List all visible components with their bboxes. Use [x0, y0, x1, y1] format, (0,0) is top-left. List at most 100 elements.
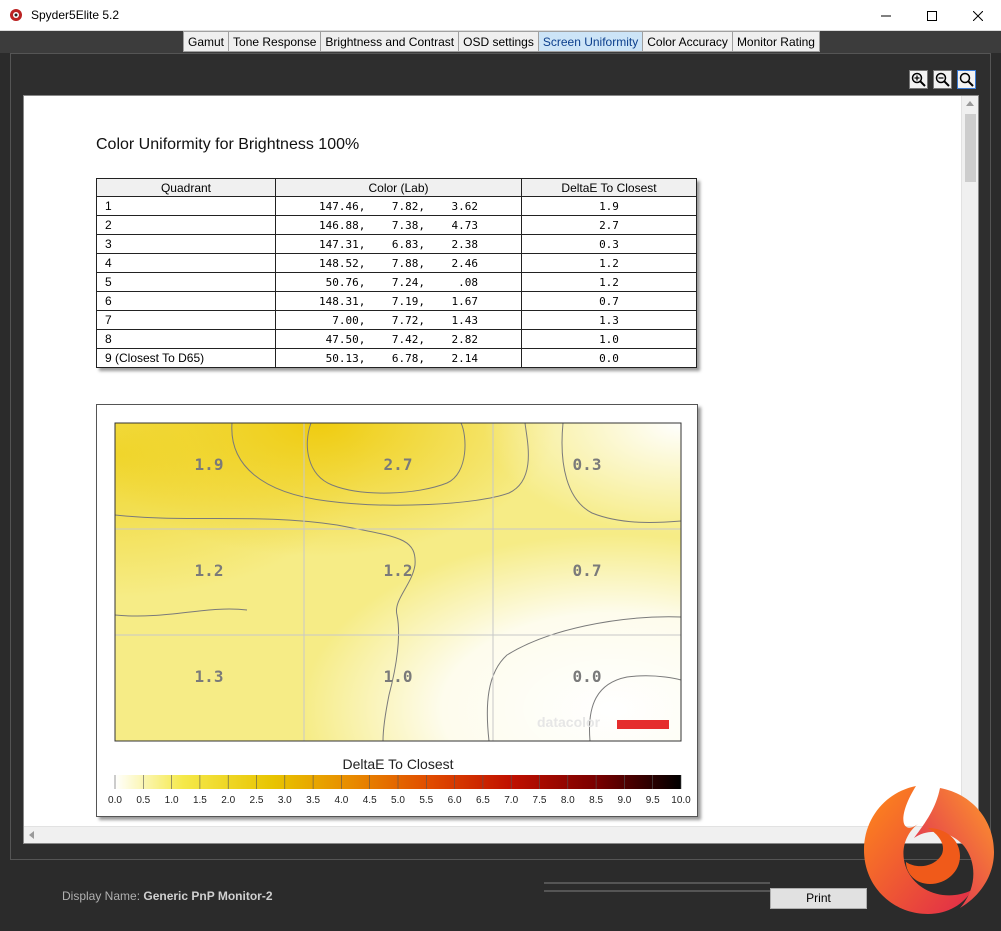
- colorbar-tick-label: 0.5: [136, 795, 150, 806]
- colorbar-tick-label: 8.0: [561, 795, 575, 806]
- colorbar-tick-label: 3.0: [278, 795, 292, 806]
- report-title: Color Uniformity for Brightness 100%: [96, 136, 360, 153]
- quadrant-cell: 1: [96, 196, 276, 216]
- table-row: 8 47.50, 7.42, 2.82 1.0: [96, 329, 697, 349]
- deltae-cell: 0.3: [521, 234, 697, 254]
- zoom-out-button[interactable]: [933, 70, 952, 89]
- progress-track-1: [544, 882, 770, 884]
- color-lab-cell: 147.46, 7.82, 3.62: [275, 196, 522, 216]
- minimize-icon: [881, 15, 891, 16]
- color-lab-cell: 50.13, 6.78, 2.14: [275, 348, 522, 368]
- colorbar-tick-label: 4.5: [363, 795, 377, 806]
- vertical-scrollbar[interactable]: [961, 96, 978, 828]
- colorbar-tick-label: 7.0: [504, 795, 518, 806]
- tab-bar: Gamut Tone Response Brightness and Contr…: [183, 31, 820, 52]
- watermark-text: datacolor: [537, 714, 601, 730]
- colorbar-tick-label: 1.0: [165, 795, 179, 806]
- tab-osd-settings[interactable]: OSD settings: [459, 31, 539, 52]
- deltae-cell: 1.9: [521, 196, 697, 216]
- tab-color-accuracy[interactable]: Color Accuracy: [643, 31, 733, 52]
- column-header-quadrant: Quadrant: [96, 178, 276, 197]
- maximize-button[interactable]: [909, 0, 955, 31]
- tab-gamut[interactable]: Gamut: [183, 31, 230, 52]
- table-row: 2 146.88, 7.38, 4.73 2.7: [96, 215, 697, 235]
- watermark-bar: [617, 720, 669, 729]
- minimize-button[interactable]: [863, 0, 909, 31]
- deltae-cell: 0.7: [521, 291, 697, 311]
- horizontal-scrollbar[interactable]: [24, 826, 978, 843]
- colorbar-tick-label: 9.5: [646, 795, 660, 806]
- title-bar: Spyder5Elite 5.2: [0, 0, 1001, 31]
- vertical-scroll-thumb[interactable]: [965, 114, 976, 182]
- colorbar-tick-label: 5.0: [391, 795, 405, 806]
- colorbar-tick-label: 10.0: [671, 795, 691, 806]
- table-row: 9 (Closest To D65) 50.13, 6.78, 2.14 0.0: [96, 348, 697, 368]
- tab-brightness-contrast[interactable]: Brightness and Contrast: [321, 31, 460, 52]
- deltae-cell: 1.3: [521, 310, 697, 330]
- scroll-up-icon[interactable]: [966, 101, 974, 106]
- tab-screen-uniformity[interactable]: Screen Uniformity: [538, 31, 644, 52]
- tab-monitor-rating[interactable]: Monitor Rating: [732, 31, 820, 52]
- colorbar-tick-label: 3.5: [306, 795, 320, 806]
- colorbar-title: DeltaE To Closest: [342, 756, 453, 772]
- quadrant-value-label: 1.3: [195, 667, 224, 686]
- uniformity-heatmap: datacolor 1.9 2.7 0.3 1.2 1.2 0.7 1.3 1.0 0.0 De…: [96, 404, 698, 817]
- quadrant-cell: 5: [96, 272, 276, 292]
- quadrant-cell: 4: [96, 253, 276, 273]
- table-row: 5 50.76, 7.24, .08 1.2: [96, 272, 697, 292]
- quadrant-cell: 6: [96, 291, 276, 311]
- quadrant-value-label: 1.2: [195, 561, 224, 580]
- report-view: Color Uniformity for Brightness 100% Qua…: [23, 95, 979, 844]
- colorbar-tick-label: 1.5: [193, 795, 207, 806]
- quadrant-value-label: 1.2: [384, 561, 413, 580]
- table-row: 7 7.00, 7.72, 1.43 1.3: [96, 310, 697, 330]
- quadrant-value-label: 1.0: [384, 667, 413, 686]
- color-lab-cell: 147.31, 6.83, 2.38: [275, 234, 522, 254]
- close-button[interactable]: [955, 0, 1001, 31]
- display-name-value: Generic PnP Monitor-2: [143, 889, 273, 903]
- color-lab-cell: 146.88, 7.38, 4.73: [275, 215, 522, 235]
- colorbar-tick-label: 5.5: [419, 795, 433, 806]
- quadrant-value-label: 0.3: [573, 455, 602, 474]
- colorbar-tick-label: 8.5: [589, 795, 603, 806]
- uniformity-table: Quadrant Color (Lab) DeltaE To Closest 1…: [96, 178, 697, 368]
- spyder-app-icon: [10, 9, 22, 21]
- colorbar-tick-label: 9.0: [617, 795, 631, 806]
- deltae-cell: 1.2: [521, 272, 697, 292]
- column-header-deltae: DeltaE To Closest: [521, 178, 697, 197]
- heatmap-svg: datacolor 1.9 2.7 0.3 1.2 1.2 0.7 1.3 1.0 0.0 De…: [108, 422, 691, 806]
- quadrant-value-label: 2.7: [384, 455, 413, 474]
- table-row: 4 148.52, 7.88, 2.46 1.2: [96, 253, 697, 273]
- zoom-in-button[interactable]: [909, 70, 928, 89]
- deltae-cell: 1.2: [521, 253, 697, 273]
- deltae-cell: 0.0: [521, 348, 697, 368]
- tab-tone-response[interactable]: Tone Response: [229, 31, 322, 52]
- zoom-fit-button[interactable]: [957, 70, 976, 89]
- colorbar-tick-label: 0.0: [108, 795, 122, 806]
- display-name-label: Display Name:: [62, 889, 141, 903]
- print-button[interactable]: Print: [770, 888, 867, 909]
- table-row: 1 147.46, 7.82, 3.62 1.9: [96, 196, 697, 216]
- quadrant-value-label: 1.9: [195, 455, 224, 474]
- zoom-fit-icon: [959, 72, 974, 87]
- quadrant-cell: 9 (Closest To D65): [96, 348, 276, 368]
- quadrant-cell: 3: [96, 234, 276, 254]
- colorbar-tick-label: 2.0: [221, 795, 235, 806]
- deltae-cell: 2.7: [521, 215, 697, 235]
- colorbar-tick-label: 2.5: [250, 795, 264, 806]
- zoom-in-icon: [911, 72, 926, 87]
- scroll-left-icon[interactable]: [29, 831, 34, 839]
- close-icon: [973, 10, 983, 21]
- color-lab-cell: 148.31, 7.19, 1.67: [275, 291, 522, 311]
- column-header-color-lab: Color (Lab): [275, 178, 522, 197]
- quadrant-cell: 8: [96, 329, 276, 349]
- progress-track-2: [544, 890, 770, 892]
- color-lab-cell: 50.76, 7.24, .08: [275, 272, 522, 292]
- table-row: 3 147.31, 6.83, 2.38 0.3: [96, 234, 697, 254]
- color-lab-cell: 47.50, 7.42, 2.82: [275, 329, 522, 349]
- colorbar-tick-label: 7.5: [533, 795, 547, 806]
- colorbar-tick-label: 6.0: [448, 795, 462, 806]
- logo-icon: [864, 786, 994, 914]
- quadrant-cell: 2: [96, 215, 276, 235]
- deltae-cell: 1.0: [521, 329, 697, 349]
